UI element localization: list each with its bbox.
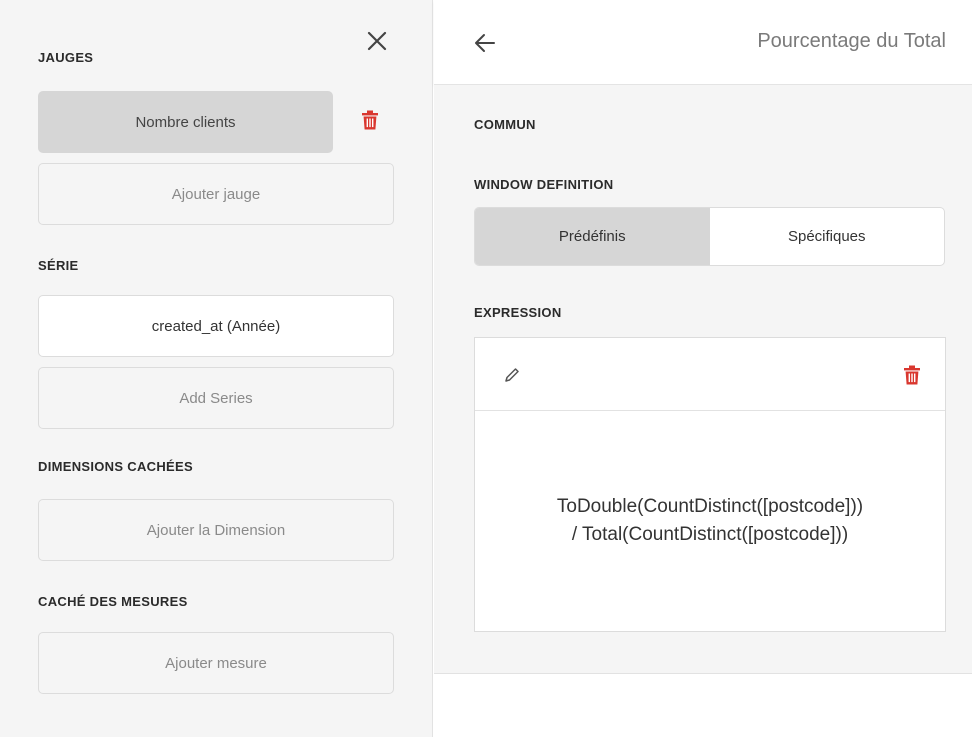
detail-body: COMMUN WINDOW DEFINITION Prédéfinis Spéc… <box>434 85 972 674</box>
expression-text[interactable]: ToDouble(CountDistinct([postcode])) / To… <box>475 411 945 631</box>
gauge-item-nombre-clients[interactable]: Nombre clients <box>38 91 333 153</box>
measures-panel: JAUGES Nombre clients Ajouter jauge SÉRI… <box>0 0 433 737</box>
gauges-section-title: JAUGES <box>38 50 94 65</box>
trash-icon <box>904 365 920 385</box>
close-button[interactable] <box>360 24 394 58</box>
trash-icon <box>362 110 378 130</box>
window-definition-toggle: Prédéfinis Spécifiques <box>474 207 945 266</box>
option-predefinis[interactable]: Prédéfinis <box>475 208 710 265</box>
series-section-title: SÉRIE <box>38 258 79 273</box>
add-measure-button[interactable]: Ajouter mesure <box>38 632 394 694</box>
expression-line-1: ToDouble(CountDistinct([postcode])) <box>556 496 864 517</box>
page-title: Pourcentage du Total <box>757 30 946 52</box>
expression-line-2: / Total(CountDistinct([postcode])) <box>571 524 849 545</box>
expression-section-title: EXPRESSION <box>474 305 562 320</box>
pencil-icon <box>505 368 519 382</box>
add-series-button[interactable]: Add Series <box>38 367 394 429</box>
arrow-left-icon <box>475 34 495 52</box>
detail-header: Pourcentage du Total <box>434 0 972 85</box>
hidden-measures-section-title: CACHÉ DES MESURES <box>38 594 188 609</box>
add-gauge-button[interactable]: Ajouter jauge <box>38 163 394 225</box>
delete-gauge-button[interactable] <box>358 108 382 132</box>
hidden-dimensions-section-title: DIMENSIONS CACHÉES <box>38 459 193 474</box>
back-button[interactable] <box>472 30 498 56</box>
option-specifiques[interactable]: Spécifiques <box>710 208 945 265</box>
delete-expression-button[interactable] <box>901 364 923 386</box>
expression-toolbar <box>475 338 945 411</box>
add-dimension-button[interactable]: Ajouter la Dimension <box>38 499 394 561</box>
common-section-title: COMMUN <box>474 117 536 132</box>
edit-expression-button[interactable] <box>501 364 523 386</box>
window-definition-title: WINDOW DEFINITION <box>474 177 614 192</box>
series-item-created-at[interactable]: created_at (Année) <box>38 295 394 357</box>
expression-box: ToDouble(CountDistinct([postcode])) / To… <box>474 337 946 632</box>
close-icon <box>367 31 387 51</box>
